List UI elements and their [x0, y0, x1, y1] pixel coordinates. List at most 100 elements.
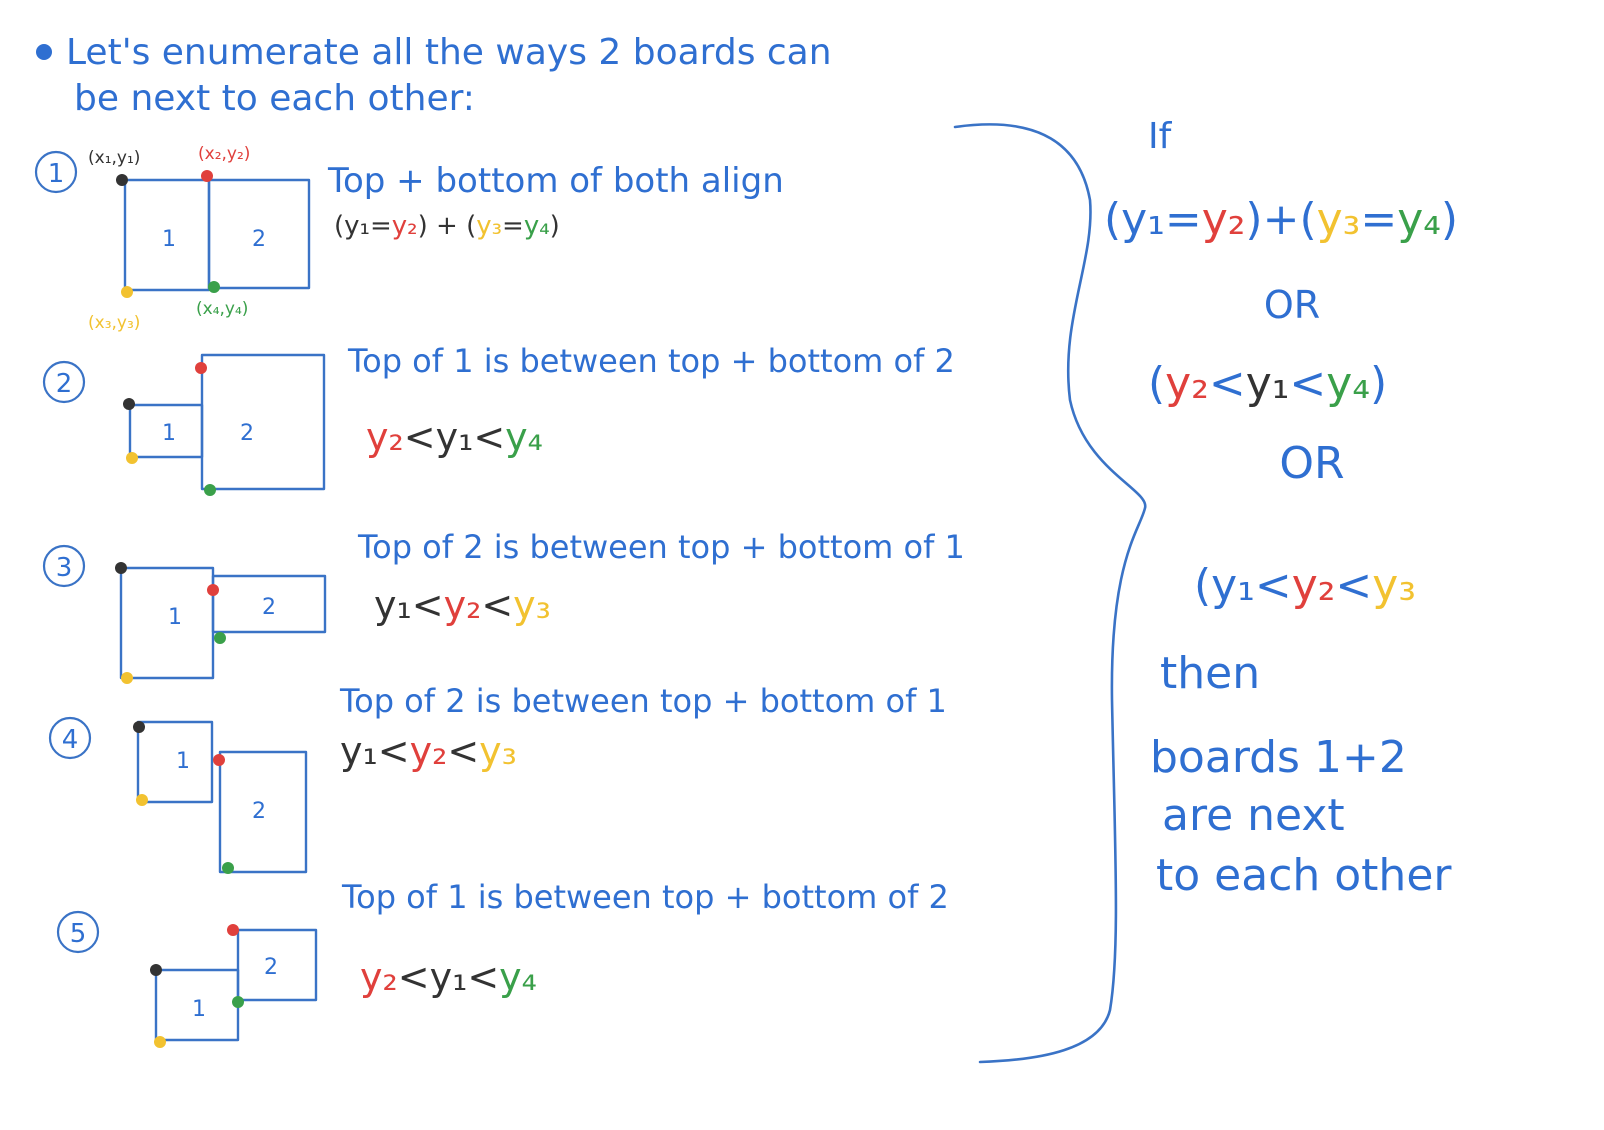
formula-token: y₂: [444, 583, 482, 627]
formula-token: y₃: [476, 211, 502, 241]
board-1: [136, 720, 214, 804]
formula-token: <: [404, 415, 436, 459]
formula-token: y₂: [360, 955, 398, 999]
formula-token: <: [412, 583, 444, 627]
formula-token: y₃: [479, 729, 517, 773]
board-1-label: 1: [162, 421, 176, 446]
formula-token: <: [447, 729, 479, 773]
formula-token: <: [1335, 560, 1372, 611]
point-1-dot: [115, 562, 127, 574]
point-4-dot: [222, 862, 234, 874]
heading-line1: Let's enumerate all the ways 2 boards ca…: [66, 32, 832, 73]
point-4-dot: [232, 996, 244, 1008]
case-number: 5: [70, 919, 87, 949]
case-description: Top of 2 is between top + bottom of 1: [357, 528, 965, 566]
point-4-dot: [214, 632, 226, 644]
formula-token: y₄: [505, 415, 543, 459]
formula-token: =: [502, 211, 524, 241]
case-formula: y₁<y₂<y₃: [340, 729, 517, 773]
coord-label-3: (x₃,y₃): [88, 313, 140, 333]
formula-token: <: [467, 955, 499, 999]
case-description: Top + bottom of both align: [327, 161, 784, 201]
summary: If (y₁=y₂)+(y₃=y₄) OR (y₂<y₁<y₄) OR (y₁<…: [1104, 116, 1458, 901]
case-formula: y₁<y₂<y₃: [374, 583, 551, 627]
case-4: 4 1 2 Top of 2 is between top + bottom o…: [48, 682, 947, 874]
formula-token: y₁: [436, 415, 474, 459]
case-description: Top of 1 is between top + bottom of 2: [341, 878, 949, 916]
formula-token: y₄: [524, 211, 550, 241]
formula-token: (: [1299, 194, 1316, 245]
formula-token: =: [1165, 194, 1202, 245]
formula-token: y₃: [1372, 560, 1416, 611]
formula-token: ): [1245, 194, 1262, 245]
point-4-dot: [208, 281, 220, 293]
formula-token: (: [466, 211, 476, 241]
board-2-label: 2: [252, 227, 266, 252]
formula-token: (: [1194, 560, 1211, 611]
point-3-dot: [121, 672, 133, 684]
formula-token: ): [550, 211, 560, 241]
point-2-dot: [227, 924, 239, 936]
formula-token: y₃: [513, 583, 551, 627]
coord-label-4: (x₄,y₄): [196, 299, 248, 319]
or-label-1: OR: [1264, 283, 1320, 327]
case-number: 2: [56, 369, 73, 399]
formula-token: y₂: [392, 211, 418, 241]
condition-3: (y₁<y₂<y₃: [1194, 560, 1416, 611]
board-2-label: 2: [240, 421, 254, 446]
formula-token: y₂: [1202, 194, 1246, 245]
whiteboard-canvas: Let's enumerate all the ways 2 boards ca…: [34, 32, 1458, 1064]
point-3-dot: [126, 452, 138, 464]
if-label: If: [1148, 116, 1173, 157]
formula-token: y₂: [1165, 358, 1209, 409]
board-1: [119, 566, 215, 680]
board-1-label: 1: [162, 227, 176, 252]
formula-token: y₁: [374, 583, 412, 627]
condition-1: (y₁=y₂)+(y₃=y₄): [1104, 194, 1458, 245]
conclusion-line-1: boards 1+2: [1150, 732, 1407, 783]
formula-token: y₁: [340, 729, 378, 773]
case-formula: (y₁=y₂) + (y₃=y₄): [334, 211, 560, 241]
formula-token: y₄: [1326, 358, 1370, 409]
formula-token: y₁: [1121, 194, 1165, 245]
conclusion-line-2: are next: [1162, 790, 1345, 841]
condition-2: (y₂<y₁<y₄): [1148, 358, 1387, 409]
case-1: 1 1 2 (x₁,y₁) (x₂,y₂) (x₃,y₃) (x₄,y₄) To…: [34, 144, 784, 333]
point-3-dot: [121, 286, 133, 298]
formula-token: ): [1370, 358, 1387, 409]
point-1-dot: [116, 174, 128, 186]
bullet-icon: [36, 44, 52, 60]
case-5: 5 1 2 Top of 1 is between top + bottom o…: [56, 878, 949, 1048]
formula-token: <: [1289, 358, 1326, 409]
board-2: [200, 353, 326, 491]
formula-token: y₁: [430, 955, 468, 999]
formula-token: (: [1104, 194, 1121, 245]
coord-label-2: (x₂,y₂): [198, 144, 250, 164]
formula-token: +: [1263, 194, 1300, 245]
case-3: 3 1 2 Top of 2 is between top + bottom o…: [42, 528, 965, 684]
heading-line2: be next to each other:: [74, 78, 475, 119]
formula-token: <: [378, 729, 410, 773]
formula-token: y₄: [499, 955, 537, 999]
formula-token: y₂: [366, 415, 404, 459]
formula-token: ): [418, 211, 428, 241]
formula-token: =: [1360, 194, 1397, 245]
formula-token: y₂: [410, 729, 448, 773]
formula-token: (: [1148, 358, 1165, 409]
case-number: 3: [56, 553, 73, 583]
case-formula: y₂<y₁<y₄: [366, 415, 543, 459]
formula-token: <: [398, 955, 430, 999]
point-1-dot: [150, 964, 162, 976]
formula-token: y₁: [1211, 560, 1255, 611]
point-2-dot: [213, 754, 225, 766]
or-label-2: OR: [1279, 438, 1344, 489]
board-1-label: 1: [176, 749, 190, 774]
case-number: 4: [62, 725, 79, 755]
board-2-label: 2: [264, 955, 278, 980]
point-2-dot: [201, 170, 213, 182]
formula-token: y₂: [1292, 560, 1336, 611]
formula-token: (: [334, 211, 344, 241]
point-1-dot: [123, 398, 135, 410]
point-1-dot: [133, 721, 145, 733]
then-label: then: [1160, 648, 1260, 699]
